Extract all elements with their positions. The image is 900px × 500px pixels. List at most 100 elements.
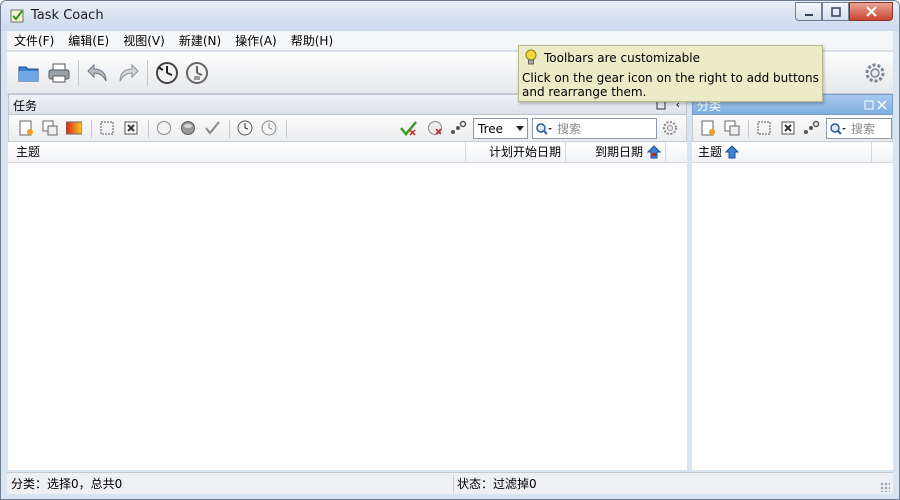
lightbulb-icon	[524, 49, 538, 72]
menu-view[interactable]: 视图(V)	[116, 31, 172, 51]
menu-new[interactable]: 新建(N)	[172, 31, 228, 51]
toolbar-separator	[78, 60, 79, 86]
tasks-toolbar-customize-button[interactable]	[661, 119, 679, 137]
toolbar-separator	[147, 60, 148, 86]
task-stop-timer-button[interactable]	[260, 119, 278, 137]
close-button[interactable]	[849, 2, 893, 21]
deselect-categories-button[interactable]	[779, 119, 797, 137]
redo-button[interactable]	[114, 59, 142, 87]
mark-inactive-button[interactable]	[155, 119, 173, 137]
new-subcategory-icon	[724, 120, 740, 136]
select-all-categories-button[interactable]	[755, 119, 773, 137]
window-title: Task Coach	[31, 8, 104, 23]
redo-icon	[119, 63, 139, 82]
tasks-search-input[interactable]: 搜索	[532, 118, 657, 139]
sort-ascending-icon	[724, 145, 740, 166]
deselect-button[interactable]	[122, 119, 140, 137]
categories-search-input[interactable]: 搜索	[826, 118, 892, 139]
gear-icon	[663, 121, 677, 135]
color-icon	[66, 121, 82, 135]
title-bar: Task Coach	[1, 1, 899, 31]
menu-actions[interactable]: 操作(A)	[228, 31, 284, 51]
filter-options-button[interactable]	[450, 119, 468, 137]
main-window: Task Coach 文件(F) 编辑(E) 视图(V) 新建(N) 操作(A)…	[0, 0, 900, 500]
checkmark-icon	[205, 121, 220, 135]
menu-file[interactable]: 文件(F)	[7, 31, 61, 51]
column-subject-label: 主题	[698, 145, 723, 159]
categories-toolbar: 搜索	[692, 115, 893, 142]
deselect-icon	[781, 121, 795, 135]
menu-help[interactable]: 帮助(H)	[284, 31, 340, 51]
select-all-button[interactable]	[98, 119, 116, 137]
toolbar-customize-button[interactable]	[861, 59, 889, 87]
tasks-column-header: 主题 计划开始日期 到期日期	[8, 142, 687, 163]
inactive-filter-icon	[428, 121, 442, 135]
app-logo-icon	[9, 8, 25, 24]
mark-completed-button[interactable]	[203, 119, 221, 137]
status-filter: 状态：过滤掉0	[457, 477, 537, 491]
tooltip-title: Toolbars are customizable	[544, 51, 701, 65]
edit-color-button[interactable]	[65, 119, 83, 137]
clock-icon	[237, 120, 253, 136]
open-file-button[interactable]	[15, 59, 43, 87]
column-subject[interactable]: 主题	[8, 142, 466, 163]
status-divider	[453, 475, 454, 493]
categories-column-header: 主题	[692, 142, 893, 163]
tasks-panel: 任务 ‹ Tree 搜索 主题 计划开始日期 到期日期	[8, 94, 687, 470]
new-task-icon	[19, 120, 33, 136]
column-due-date-label: 到期日期	[594, 145, 643, 159]
new-subcategory-button[interactable]	[723, 119, 741, 137]
circle-filled-icon	[181, 121, 195, 135]
toolbar-separator	[91, 120, 92, 138]
hide-inactive-button[interactable]	[426, 119, 444, 137]
mark-active-button[interactable]	[179, 119, 197, 137]
column-subject[interactable]: 主题	[692, 142, 872, 163]
gear-icon	[865, 63, 885, 83]
new-category-icon	[701, 120, 715, 136]
new-category-button[interactable]	[699, 119, 717, 137]
undo-icon	[87, 63, 107, 82]
new-task-button[interactable]	[17, 119, 35, 137]
resize-grip-icon[interactable]	[880, 482, 890, 492]
print-button[interactable]	[45, 59, 73, 87]
column-due-date[interactable]: 到期日期	[566, 142, 666, 163]
close-icon[interactable]	[877, 99, 887, 113]
stop-clock-icon	[261, 120, 277, 136]
start-tracking-button[interactable]	[153, 59, 181, 87]
new-subtask-button[interactable]	[41, 119, 59, 137]
task-start-timer-button[interactable]	[236, 119, 254, 137]
status-bar: 分类：选择0，总共0 状态：过滤掉0	[7, 472, 893, 494]
tree-view-value: Tree	[478, 121, 504, 136]
categories-panel: 分类 搜索 主题	[692, 94, 893, 470]
minimize-button[interactable]	[795, 2, 822, 21]
print-icon	[48, 63, 70, 83]
tree-view-select[interactable]: Tree	[473, 118, 528, 139]
new-subtask-icon	[42, 120, 58, 136]
stop-tracking-button[interactable]	[183, 59, 211, 87]
select-all-icon	[100, 121, 114, 135]
check-filter-icon	[400, 121, 417, 136]
undock-icon[interactable]	[864, 99, 874, 113]
maximize-button[interactable]	[822, 2, 849, 21]
status-categories: 分类：选择0，总共0	[11, 477, 123, 491]
tooltip-body: Click on the gear icon on the right to a…	[522, 71, 819, 99]
start-timer-icon	[156, 62, 178, 84]
menu-edit[interactable]: 编辑(E)	[61, 31, 116, 51]
column-planned-start[interactable]: 计划开始日期	[466, 142, 566, 163]
tasks-toolbar: Tree 搜索	[8, 115, 687, 142]
chevron-down-icon	[516, 126, 524, 131]
undo-button[interactable]	[84, 59, 112, 87]
toolbar-separator	[229, 120, 230, 138]
stop-timer-icon	[186, 62, 208, 84]
column-subject-label: 主题	[16, 145, 41, 159]
search-placeholder: 搜索	[851, 122, 876, 136]
search-icon	[829, 122, 847, 136]
sort-ascending-icon	[646, 145, 662, 166]
circle-empty-icon	[157, 121, 171, 135]
tasks-panel-title: 任务	[13, 99, 38, 113]
deselect-icon	[124, 121, 138, 135]
hide-completed-button[interactable]	[400, 119, 418, 137]
column-planned-start-label: 计划开始日期	[488, 145, 561, 159]
category-options-button[interactable]	[803, 119, 821, 137]
toolbar-separator	[148, 120, 149, 138]
